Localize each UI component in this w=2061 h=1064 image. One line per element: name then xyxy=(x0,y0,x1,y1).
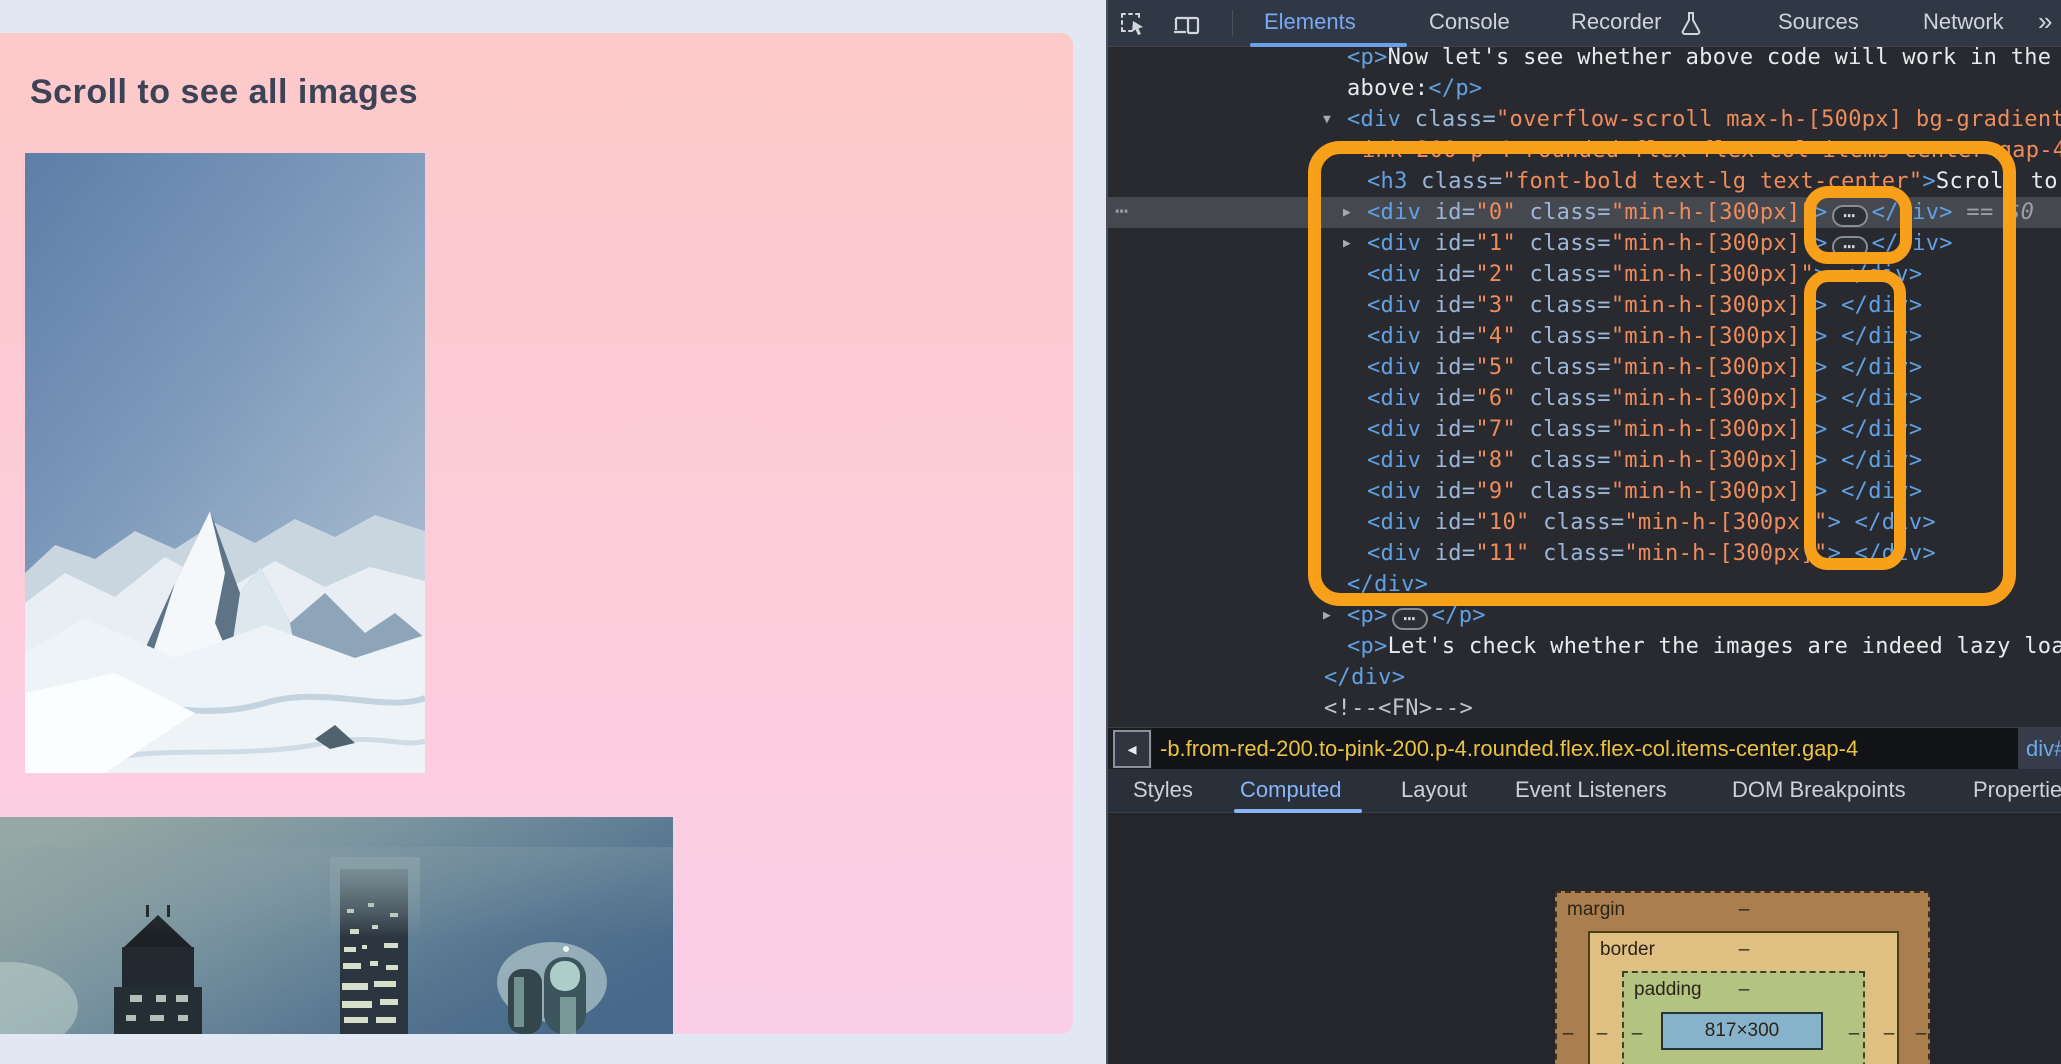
margin-top-value[interactable]: – xyxy=(1739,899,1750,921)
breadcrumb-back-button[interactable]: ◂ xyxy=(1113,730,1151,768)
tree-node-row[interactable]: above:</p> xyxy=(1347,73,1482,104)
code-token: <p> xyxy=(1347,603,1388,628)
box-model-content[interactable]: 817×300 xyxy=(1661,1012,1823,1050)
code-token: class= xyxy=(1401,107,1496,132)
tab-recorder[interactable]: Recorder xyxy=(1571,9,1661,35)
padding-label: padding xyxy=(1634,979,1702,1001)
padding-top-value[interactable]: – xyxy=(1739,979,1750,1001)
code-token: <div xyxy=(1347,107,1401,132)
device-toolbar-icon[interactable] xyxy=(1170,9,1204,39)
computed-tab-underline xyxy=(1234,809,1362,813)
gutter-more-actions-icon[interactable]: ⋯ xyxy=(1115,197,1129,228)
toolbar-divider xyxy=(1232,10,1233,36)
tree-node-row[interactable]: <!--<FN>--> xyxy=(1324,693,1473,724)
code-token: above: xyxy=(1347,76,1428,101)
margin-left-value[interactable]: – xyxy=(1563,1023,1574,1045)
padding-right-value[interactable]: – xyxy=(1849,1023,1860,1045)
mountain-image xyxy=(25,153,425,773)
code-token: <p> xyxy=(1347,45,1388,70)
code-token: <!--<FN>--> xyxy=(1324,696,1473,721)
border-label: border xyxy=(1600,939,1655,961)
more-tabs-icon[interactable]: » xyxy=(2038,6,2049,37)
code-token: Let's check whether the images are indee… xyxy=(1388,634,2061,659)
padding-bottom-value[interactable]: – xyxy=(1739,1057,1750,1064)
sidebar-tabs: Styles Computed Layout Event Listeners DOM B… xyxy=(1108,769,2061,813)
margin-right-value[interactable]: – xyxy=(1916,1023,1927,1045)
tree-node-row[interactable]: <p>Let's check whether the images are in… xyxy=(1347,631,2061,662)
devtools-panel: <p>Now let's see whether above code will… xyxy=(1106,0,2061,1064)
border-top-value[interactable]: – xyxy=(1739,939,1750,961)
padding-left-value[interactable]: – xyxy=(1632,1023,1643,1045)
breadcrumb-parent-selector[interactable]: -b.from-red-200.to-pink-200.p-4.rounded.… xyxy=(1152,728,2018,770)
sidebar-tab-propertie[interactable]: Propertie xyxy=(1973,777,2061,803)
collapse-arrow-icon[interactable]: ▼ xyxy=(1323,104,1331,135)
code-token: <p> xyxy=(1347,634,1388,659)
inspect-icon[interactable] xyxy=(1116,9,1150,39)
sidebar-tab-dom-breakpoints[interactable]: DOM Breakpoints xyxy=(1732,777,1906,803)
sidebar-tab-computed[interactable]: Computed xyxy=(1240,777,1342,803)
computed-pane: margin – – – border – – – padding – – – … xyxy=(1108,813,2061,1064)
page-title: Scroll to see all images xyxy=(30,73,418,112)
annotation-box-empty-divs xyxy=(1804,270,1906,570)
tree-node-row[interactable]: <div class="overflow-scroll max-h-[500px… xyxy=(1347,104,2061,135)
sidebar-tab-layout[interactable]: Layout xyxy=(1401,777,1467,803)
sidebar-tab-styles[interactable]: Styles xyxy=(1133,777,1193,803)
tab-sources[interactable]: Sources xyxy=(1778,9,1859,35)
code-token: "overflow-scroll max-h-[500px] bg-gradie… xyxy=(1496,107,2061,132)
border-right-value[interactable]: – xyxy=(1884,1023,1895,1045)
code-token: </div> xyxy=(1324,665,1405,690)
tab-elements[interactable]: Elements xyxy=(1264,9,1356,35)
annotation-box-ellipsis xyxy=(1804,186,1912,264)
flask-icon xyxy=(1674,8,1708,38)
border-left-value[interactable]: – xyxy=(1597,1023,1608,1045)
browser-viewport: Scroll to see all images xyxy=(0,0,1106,1064)
code-token: </p> xyxy=(1428,76,1482,101)
breadcrumb-bar: ◂ -b.from-red-200.to-pink-200.p-4.rounde… xyxy=(1108,727,2061,769)
margin-label: margin xyxy=(1567,899,1625,921)
collapsed-content-icon[interactable]: ⋯ xyxy=(1392,608,1428,630)
sidebar-tab-event-listeners[interactable]: Event Listeners xyxy=(1515,777,1667,803)
gradient-scroll-card[interactable]: Scroll to see all images xyxy=(0,33,1073,1034)
tab-console[interactable]: Console xyxy=(1429,9,1510,35)
tab-network[interactable]: Network xyxy=(1923,9,2004,35)
devtools-toolbar: Elements Console Recorder Sources Networ… xyxy=(1108,0,2061,47)
code-token: </p> xyxy=(1432,603,1486,628)
active-tab-underline xyxy=(1250,43,1407,47)
tree-node-row[interactable]: </div> xyxy=(1324,662,1405,693)
city-image xyxy=(0,817,673,1034)
code-token: Now let's see whether above code will wo… xyxy=(1388,45,2061,70)
breadcrumb-selected-node[interactable]: div# xyxy=(2018,728,2061,770)
